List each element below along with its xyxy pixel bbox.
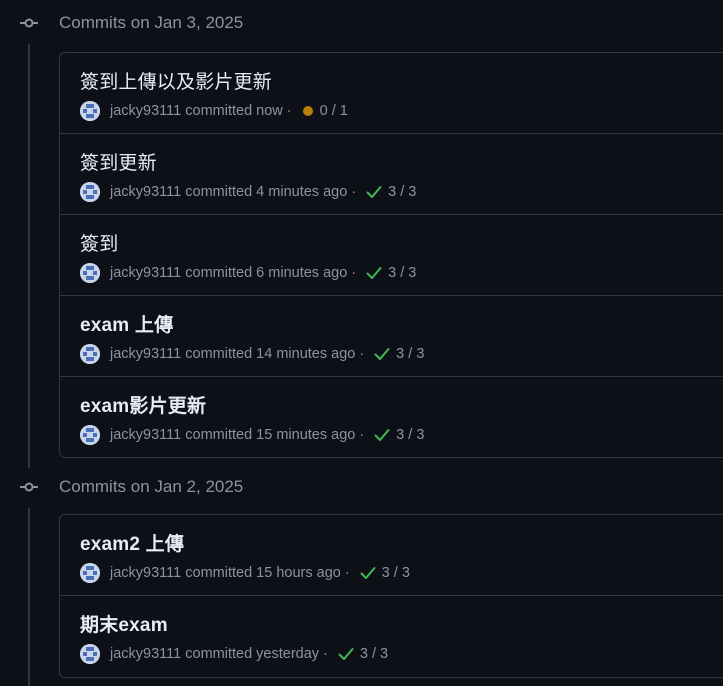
avatar[interactable] xyxy=(80,344,100,364)
commit-row[interactable]: exam2 上傳 jacky93111 committed 15 hours a… xyxy=(60,515,723,596)
commit-action: committed xyxy=(185,265,253,281)
commit-meta: jacky93111 committed 15 minutes ago · 3 /… xyxy=(80,424,424,446)
commit-author-link[interactable]: jacky93111 xyxy=(110,427,181,443)
commit-meta: jacky93111 committed 15 hours ago · 3 / 3 xyxy=(80,562,410,584)
commit-author-link[interactable]: jacky93111 xyxy=(110,565,181,581)
check-icon[interactable] xyxy=(366,266,382,280)
commit-list: exam2 上傳 jacky93111 committed 15 hours a… xyxy=(59,514,723,678)
commit-author-link[interactable]: jacky93111 xyxy=(110,184,181,200)
checks-count[interactable]: 3 / 3 xyxy=(360,646,388,662)
commit-author-link[interactable]: jacky93111 xyxy=(110,103,181,119)
commit-action: committed xyxy=(185,103,253,119)
timeline-rail xyxy=(28,44,30,468)
commit-row[interactable]: 簽到上傳以及影片更新 jacky93111 committed now · 0 /… xyxy=(60,53,723,134)
checks-count[interactable]: 3 / 3 xyxy=(396,427,424,443)
check-icon[interactable] xyxy=(338,647,354,661)
git-commit-icon xyxy=(20,482,38,492)
commit-row[interactable]: exam 上傳 jacky93111 committed 14 minutes … xyxy=(60,296,723,377)
dot-pending-icon[interactable] xyxy=(302,105,314,117)
commit-row[interactable]: 簽到更新 jacky93111 committed 4 minutes ago ·… xyxy=(60,134,723,215)
checks-count[interactable]: 0 / 1 xyxy=(320,103,348,119)
check-icon[interactable] xyxy=(374,428,390,442)
commit-meta: jacky93111 committed now · 0 / 1 xyxy=(80,100,348,122)
commit-row[interactable]: exam影片更新 jacky93111 committed 15 minutes… xyxy=(60,377,723,458)
commit-time[interactable]: now xyxy=(256,103,283,119)
commit-title-link[interactable]: 簽到更新 xyxy=(80,148,157,175)
checks-count[interactable]: 3 / 3 xyxy=(388,184,416,200)
commit-action: committed xyxy=(185,346,253,362)
commit-title-link[interactable]: 簽到上傳以及影片更新 xyxy=(80,67,272,94)
commit-group-title: Commits on Jan 3, 2025 xyxy=(59,13,244,32)
commit-author-link[interactable]: jacky93111 xyxy=(110,346,181,362)
commit-time[interactable]: 6 minutes ago xyxy=(256,265,347,281)
commit-action: committed xyxy=(185,427,253,443)
commit-group-title: Commits on Jan 2, 2025 xyxy=(59,477,244,496)
commit-title-link[interactable]: 簽到 xyxy=(80,229,118,256)
commit-row[interactable]: 期末exam jacky93111 committed yesterday · 3… xyxy=(60,596,723,677)
checks-count[interactable]: 3 / 3 xyxy=(396,346,424,362)
avatar[interactable] xyxy=(80,644,100,664)
commit-author-link[interactable]: jacky93111 xyxy=(110,265,181,281)
avatar[interactable] xyxy=(80,182,100,202)
commit-meta: jacky93111 committed 6 minutes ago · 3 / … xyxy=(80,262,416,284)
commit-action: committed xyxy=(185,646,253,662)
commit-history: Commits on Jan 3, 2025 簽到上傳以及影片更新 jacky9… xyxy=(0,0,723,686)
commit-author-link[interactable]: jacky93111 xyxy=(110,646,181,662)
check-icon[interactable] xyxy=(374,347,390,361)
commit-row[interactable]: 簽到 jacky93111 committed 6 minutes ago · 3… xyxy=(60,215,723,296)
avatar[interactable] xyxy=(80,101,100,121)
commit-list: 簽到上傳以及影片更新 jacky93111 committed now · 0 /… xyxy=(59,52,723,458)
commit-time[interactable]: 4 minutes ago xyxy=(256,184,347,200)
commit-title-link[interactable]: exam影片更新 xyxy=(80,391,206,418)
check-icon[interactable] xyxy=(366,185,382,199)
timeline-rail xyxy=(28,508,30,686)
commit-meta: jacky93111 committed 4 minutes ago · 3 / … xyxy=(80,181,416,203)
commit-meta: jacky93111 committed yesterday · 3 / 3 xyxy=(80,643,388,665)
commit-time[interactable]: yesterday xyxy=(256,646,319,662)
commit-title-link[interactable]: exam2 上傳 xyxy=(80,529,184,556)
avatar[interactable] xyxy=(80,563,100,583)
commit-meta: jacky93111 committed 14 minutes ago · 3 /… xyxy=(80,343,424,365)
check-icon[interactable] xyxy=(360,566,376,580)
commit-title-link[interactable]: 期末exam xyxy=(80,610,168,637)
commit-time[interactable]: 15 minutes ago xyxy=(256,427,355,443)
avatar[interactable] xyxy=(80,263,100,283)
commit-time[interactable]: 14 minutes ago xyxy=(256,346,355,362)
commit-time[interactable]: 15 hours ago xyxy=(256,565,341,581)
commit-action: committed xyxy=(185,184,253,200)
commit-action: committed xyxy=(185,565,253,581)
avatar[interactable] xyxy=(80,425,100,445)
checks-count[interactable]: 3 / 3 xyxy=(382,565,410,581)
git-commit-icon xyxy=(20,18,38,28)
commit-title-link[interactable]: exam 上傳 xyxy=(80,310,173,337)
checks-count[interactable]: 3 / 3 xyxy=(388,265,416,281)
